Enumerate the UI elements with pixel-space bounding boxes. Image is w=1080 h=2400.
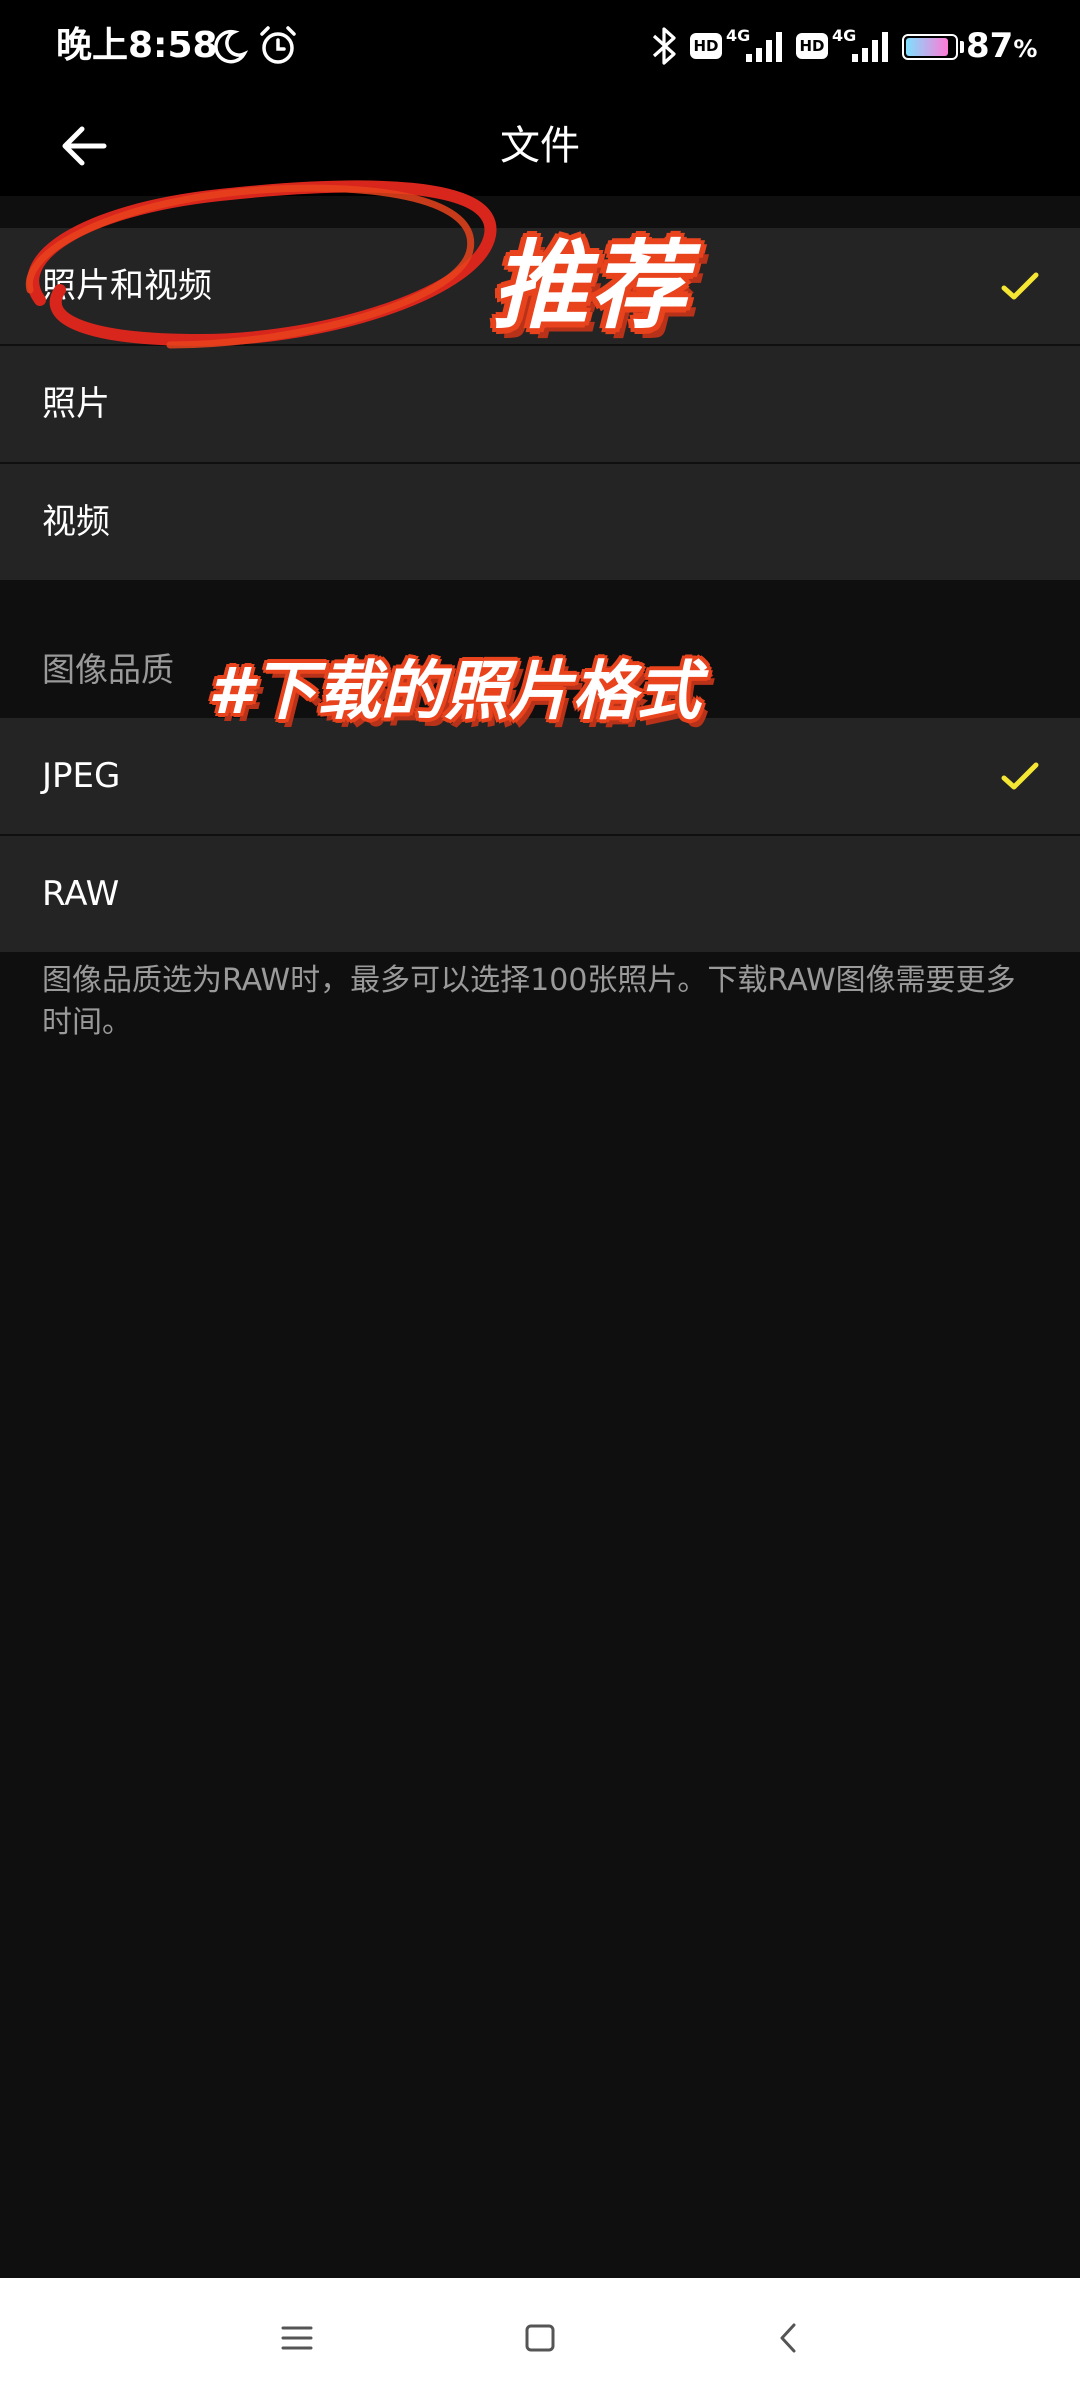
nav-back-button[interactable] — [758, 2308, 818, 2368]
status-time: 晚上8:58 — [56, 25, 218, 66]
nav-menu-button[interactable] — [267, 2308, 327, 2368]
nav-home-button[interactable] — [510, 2308, 570, 2368]
battery-unit: % — [1013, 35, 1038, 63]
option-videos[interactable]: 视频 — [0, 464, 1080, 580]
option-label: 视频 — [42, 502, 110, 542]
option-label: 照片和视频 — [42, 266, 212, 306]
home-square-icon — [525, 2324, 555, 2352]
checkmark-icon — [1001, 272, 1039, 300]
battery-icon — [902, 34, 958, 60]
battery-fill — [906, 38, 948, 56]
annotation-recommend-text: 推荐 — [492, 230, 688, 342]
bluetooth-icon — [652, 27, 676, 65]
battery-tip — [960, 41, 964, 53]
page-title: 文件 — [500, 123, 580, 169]
hd-badge-icon: HD — [690, 33, 722, 59]
menu-icon — [281, 2326, 313, 2350]
option-jpeg[interactable]: JPEG — [0, 718, 1080, 834]
signal-icon — [746, 32, 782, 62]
option-label: JPEG — [42, 756, 121, 796]
battery-value: 87 — [966, 26, 1014, 66]
annotation-format-text: #下载的照片格式 — [208, 655, 701, 729]
status-bar: 晚上8:58 HD 4G HD 4G 87% — [0, 0, 1080, 96]
raw-note-text: 图像品质选为RAW时，最多可以选择100张照片。下载RAW图像需要更多时间。 — [42, 963, 1016, 1040]
checkmark-icon — [1001, 762, 1039, 790]
system-navigation-bar — [0, 2278, 1080, 2400]
hd-badge-icon-2: HD — [796, 33, 828, 59]
section-image-quality-title: 图像品质 — [42, 650, 174, 689]
option-photos[interactable]: 照片 — [0, 346, 1080, 462]
signal-icon-2 — [852, 32, 888, 62]
app-header: 文件 — [0, 96, 1080, 196]
alarm-icon — [260, 26, 296, 64]
option-label: 照片 — [42, 384, 110, 424]
back-button[interactable] — [50, 112, 118, 180]
option-label: RAW — [42, 874, 120, 914]
option-raw[interactable]: RAW — [0, 836, 1080, 952]
chevron-left-icon — [780, 2323, 796, 2353]
moon-icon — [214, 29, 249, 64]
arrow-left-icon — [62, 126, 107, 166]
battery-percentage: 87% — [966, 22, 1037, 73]
